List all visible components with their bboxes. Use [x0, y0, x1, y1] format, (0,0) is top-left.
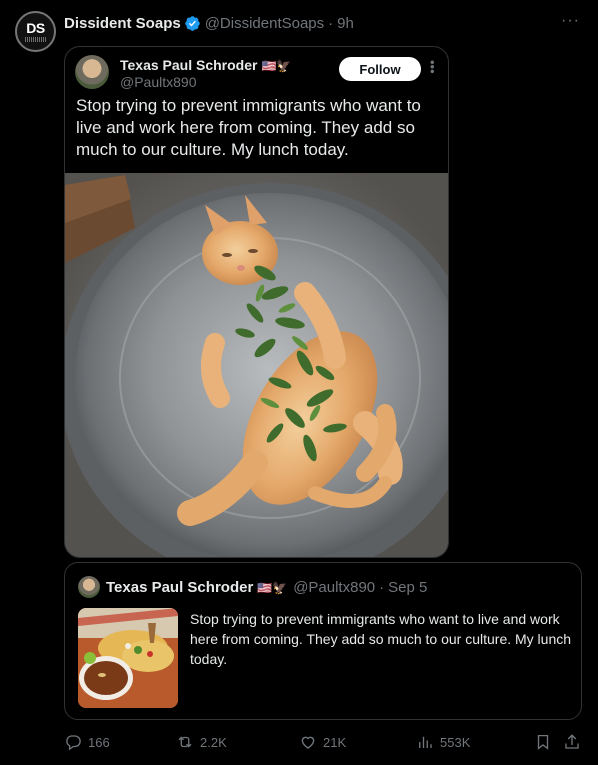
bookmark-button[interactable] — [534, 733, 558, 751]
post-time[interactable]: 9h — [337, 15, 354, 32]
quoted-header: Texas Paul Schroder 🇺🇸🦅 @Paultx890 · Sep… — [106, 579, 427, 596]
repost-button[interactable]: 2.2K — [176, 733, 227, 751]
embedded-author-name: Texas Paul Schroder — [120, 57, 258, 73]
tweet-header: Dissident Soaps @DissidentSoaps · 9h — [64, 12, 354, 34]
avatar-logo-subtext — [24, 37, 47, 42]
author-handle[interactable]: @DissidentSoaps — [205, 15, 324, 32]
embedded-author-handle[interactable]: @Paultx890 — [120, 74, 196, 90]
quoted-author-avatar — [78, 576, 100, 598]
separator-dot: · — [379, 579, 385, 596]
flag-emoji-icon: 🇺🇸🦅 — [261, 59, 292, 73]
flag-emoji-icon: 🇺🇸🦅 — [257, 580, 288, 595]
embedded-tweet-card[interactable]: Texas Paul Schroder 🇺🇸🦅 @Paultx890 Follow… — [64, 46, 449, 558]
quoted-author-name: Texas Paul Schroder — [106, 579, 254, 596]
reply-icon — [66, 735, 81, 751]
like-button[interactable]: 21K — [299, 733, 346, 751]
verified-badge-icon — [184, 15, 200, 31]
heart-icon — [301, 736, 315, 749]
embedded-author-avatar[interactable] — [75, 55, 109, 89]
share-icon — [565, 734, 579, 749]
author-avatar[interactable]: DS — [15, 11, 56, 52]
views-count: 553K — [440, 734, 471, 750]
quoted-photo-thumbnail[interactable] — [78, 608, 178, 708]
separator-dot: · — [328, 14, 334, 32]
avatar-logo-text: DS — [26, 20, 45, 36]
quoted-date: Sep 5 — [388, 579, 428, 596]
author-name[interactable]: Dissident Soaps — [64, 15, 181, 32]
embedded-more-icon[interactable]: ••• — [425, 60, 440, 74]
quoted-tweet-text: Stop trying to prevent immigrants who wa… — [190, 611, 572, 667]
repost-count: 2.2K — [200, 734, 227, 750]
follow-button[interactable]: Follow — [339, 57, 421, 81]
repost-icon — [178, 736, 192, 748]
tweet-photo[interactable] — [65, 173, 448, 557]
bookmark-icon — [537, 734, 549, 750]
quoted-author-handle: @Paultx890 — [293, 579, 376, 596]
photo-cat-in-wok — [65, 173, 448, 557]
share-button[interactable] — [563, 733, 587, 751]
views-button[interactable]: 553K — [416, 733, 470, 751]
more-options-icon[interactable]: ··· — [561, 12, 580, 30]
embedded-author-name-row[interactable]: Texas Paul Schroder 🇺🇸🦅 — [120, 57, 291, 73]
views-chart-icon — [419, 736, 432, 748]
tweet: DS Dissident Soaps @DissidentSoaps · 9h … — [0, 0, 598, 765]
embedded-tweet-text: Stop trying to prevent immigrants who wa… — [76, 96, 421, 159]
tacos-soup-image — [78, 608, 178, 708]
like-count: 21K — [323, 734, 347, 750]
reply-button[interactable]: 166 — [64, 733, 110, 751]
reply-count: 166 — [88, 734, 110, 750]
action-bar: 166 2.2K 21K 553K — [64, 733, 584, 755]
quoted-tweet-card[interactable]: Texas Paul Schroder 🇺🇸🦅 @Paultx890 · Sep… — [64, 562, 582, 720]
